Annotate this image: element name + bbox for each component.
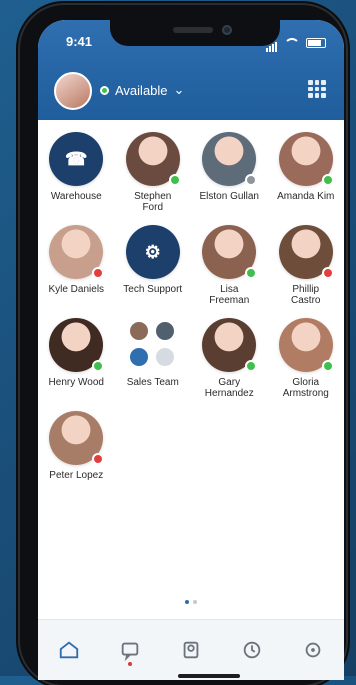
contacts-row: Peter Lopez [38,411,344,481]
avatar-wrap [49,318,105,372]
settings-icon [306,642,321,658]
team-member-avatar [153,320,176,342]
contact-name: Phillip Castro [291,284,321,306]
busy-status-icon [92,453,105,465]
shared-line-icon: ⚙ [144,241,161,262]
available-icon [100,85,109,95]
chat-icon [121,642,139,661]
notch [110,20,280,46]
unread-badge [127,662,132,666]
online-status-icon [92,360,105,372]
bottom-nav [38,619,344,680]
contacts-row: Henry Wood Sales Team Gary Hernandez Gloria… [38,318,344,399]
avatar-wrap [125,132,181,186]
contacts-row: ☎ Warehouse Stephen Ford Elston Gullan Amand… [38,132,344,213]
contact-name: Lisa Freeman [209,284,250,306]
shared-line-avatar: ☎ [49,132,104,186]
contact-name: Warehouse [50,191,102,202]
team-member-avatar [127,320,150,342]
contact-name: Gary Hernandez [204,377,254,399]
contact-item[interactable]: Amanda Kim [269,132,343,213]
contact-item[interactable]: Sales Team [116,318,190,399]
team-avatar [126,318,180,372]
status-time: 9:41 [66,34,93,49]
contacts-grid: ☎ Warehouse Stephen Ford Elston Gullan Amand… [38,132,344,493]
page-indicator [38,600,344,604]
speaker-icon [173,27,213,33]
online-status-icon [321,360,334,372]
contact-item[interactable]: Henry Wood [39,318,113,399]
contact-item[interactable]: Gary Hernandez [192,318,266,399]
app-screen: 9:41 Available ⌄ ☎ Warehouse Stephen Ford E… [38,20,344,680]
avatar-wrap [278,318,334,372]
wifi-icon [284,37,300,49]
online-status-icon [321,174,334,186]
team-member-avatar [153,346,176,368]
signal-icon [266,34,278,52]
contact-name: Amanda Kim [277,191,335,202]
avatar-wrap [126,318,180,372]
shared-line-icon: ☎ [65,148,88,169]
busy-status-icon [321,267,334,279]
empty-slot [116,411,190,481]
avatar-wrap [202,318,258,372]
nav-home[interactable] [49,630,89,670]
avatar-wrap [202,132,258,186]
nav-settings[interactable] [293,630,333,670]
nav-chat[interactable] [110,630,150,670]
contact-item[interactable]: Stephen Ford [116,132,190,213]
empty-slot [192,411,266,481]
contact-item[interactable]: Peter Lopez [39,411,113,481]
contact-item[interactable]: ☎ Warehouse [39,132,113,213]
battery-icon [306,38,326,48]
avatar-wrap: ☎ [49,132,104,186]
presence-selector[interactable]: Available ⌄ [100,82,184,98]
contact-name: Peter Lopez [49,470,104,481]
contact-name: Sales Team [126,377,179,388]
history-icon [243,641,261,659]
nav-contacts[interactable] [171,630,211,670]
my-avatar[interactable] [54,72,92,110]
nav-history[interactable] [232,630,272,670]
avatar-wrap: ⚙ [125,225,180,279]
dialpad-icon[interactable] [308,80,326,98]
contact-item[interactable]: ⚙ Tech Support [116,225,190,306]
home-icon [59,641,78,659]
empty-slot [269,411,343,481]
contact-item[interactable]: Kyle Daniels [39,225,113,306]
top-bar: 9:41 Available ⌄ [38,20,344,120]
busy-status-icon [92,267,105,279]
contact-item[interactable]: Elston Gullan [192,132,266,213]
presence-label: Available [115,82,168,98]
contact-name: Henry Wood [48,377,104,388]
contact-name: Stephen Ford [134,191,172,213]
status-icons [266,34,326,52]
contacts-icon [183,641,199,659]
contact-name: Elston Gullan [199,191,259,202]
team-member-avatar [127,346,150,368]
contact-name: Tech Support [123,284,183,295]
shared-line-avatar: ⚙ [125,225,180,279]
contact-item[interactable]: Phillip Castro [269,225,343,306]
avatar-wrap [278,132,334,186]
avatar-wrap [49,225,105,279]
avatar-wrap [49,411,105,465]
avatar-wrap [202,225,258,279]
online-status-icon [168,174,181,186]
contact-name: Kyle Daniels [48,284,105,295]
contact-name: Gloria Armstrong [282,377,329,399]
contact-item[interactable]: Lisa Freeman [192,225,266,306]
contacts-row: Kyle Daniels ⚙ Tech Support Lisa Freeman Phi… [38,225,344,306]
chevron-down-icon: ⌄ [173,82,185,97]
contact-item[interactable]: Gloria Armstrong [269,318,343,399]
camera-icon [222,25,232,35]
offline-status-icon [245,174,258,186]
online-status-icon [245,267,258,279]
online-status-icon [245,360,258,372]
avatar-wrap [278,225,334,279]
home-indicator [178,674,240,678]
